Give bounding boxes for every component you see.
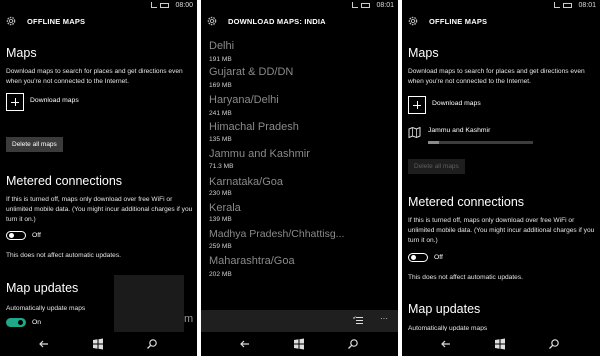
auto-updates-note: This does not affect automatic updates.	[408, 274, 523, 281]
windows-start-icon[interactable]	[293, 338, 305, 350]
metered-toggle[interactable]	[6, 231, 26, 240]
auto-update-toggle-state: On	[32, 319, 42, 326]
nav-bar	[402, 332, 600, 356]
maps-description: Download maps to search for places and g…	[6, 68, 183, 85]
region-size: 169 MB	[209, 82, 232, 89]
metered-toggle-state: Off	[434, 254, 443, 261]
region-name: Karnataka/Goa	[209, 176, 283, 188]
region-name: Gujarat & DD/DN	[209, 66, 294, 78]
region-size: 71.3 MB	[209, 163, 234, 170]
status-bar: 08:01	[402, 0, 600, 12]
select-list-icon[interactable]	[353, 316, 363, 325]
region-size: 202 MB	[209, 271, 232, 278]
search-icon[interactable]	[548, 338, 560, 350]
region-size: 191 MB	[209, 56, 232, 63]
status-icons	[352, 2, 370, 8]
auto-update-label: Automatically update maps	[6, 305, 86, 312]
nav-bar	[201, 332, 398, 356]
phone-screen-offline-maps-downloading: 08:01 OFFLINE MAPS Maps Download maps to…	[402, 0, 600, 356]
back-icon[interactable]	[239, 338, 251, 350]
gear-icon	[6, 16, 16, 26]
download-maps-label[interactable]: Download maps	[30, 97, 79, 104]
map-updates-heading: Map updates	[6, 281, 79, 295]
search-icon[interactable]	[347, 338, 359, 350]
download-progress-fill	[428, 141, 439, 144]
gear-icon	[207, 16, 217, 26]
status-bar: 08:01	[201, 0, 398, 12]
status-time: 08:00	[175, 2, 193, 9]
region-name: Maharashtra/Goa	[209, 255, 295, 267]
windows-start-icon[interactable]	[92, 338, 104, 350]
region-name: Jammu and Kashmir	[209, 148, 310, 160]
metered-description: If this is turned off, maps only downloa…	[408, 217, 595, 244]
battery-icon	[563, 2, 572, 8]
region-size: 241 MB	[209, 110, 232, 117]
page-header: DOWNLOAD MAPS: INDIA	[201, 14, 398, 32]
region-name: Kerala	[209, 202, 241, 214]
metered-description: If this is turned off, maps only downloa…	[6, 196, 193, 223]
page-title: OFFLINE MAPS	[429, 17, 488, 26]
download-maps-button[interactable]	[6, 93, 24, 111]
phone-screen-offline-maps: 08:00 OFFLINE MAPS Maps Download maps to…	[0, 0, 197, 356]
nav-bar	[0, 332, 197, 356]
download-progress-bar	[428, 141, 533, 144]
battery-icon	[160, 2, 169, 8]
app-bar: ···	[201, 310, 398, 332]
page-title: DOWNLOAD MAPS: INDIA	[228, 17, 326, 26]
status-icons	[151, 2, 169, 8]
region-name: Madhya Pradesh/Chhattisg...	[209, 228, 345, 240]
page-title: OFFLINE MAPS	[27, 17, 86, 26]
metered-toggle[interactable]	[408, 253, 428, 262]
phone-screen-download-maps: 08:01 DOWNLOAD MAPS: INDIA Delhi 191 MB …	[201, 0, 398, 356]
region-size: 230 MB	[209, 190, 232, 197]
metered-connections-heading: Metered connections	[408, 195, 525, 209]
auto-updates-note: This does not affect automatic updates.	[6, 252, 121, 259]
blurred-overlay	[114, 275, 184, 337]
signal-icon	[554, 2, 560, 8]
auto-update-toggle[interactable]	[6, 318, 26, 327]
windows-start-icon[interactable]	[494, 338, 506, 350]
region-size: 139 MB	[209, 216, 232, 223]
maps-heading: Maps	[408, 46, 439, 60]
region-name: Himachal Pradesh	[209, 121, 299, 133]
status-time: 08:01	[578, 2, 596, 9]
signal-icon	[151, 2, 157, 8]
signal-icon	[352, 2, 358, 8]
region-size: 135 MB	[209, 136, 232, 143]
maps-heading: Maps	[6, 46, 37, 60]
metered-connections-heading: Metered connections	[6, 174, 123, 188]
downloading-region-name: Jammu and Kashmir	[428, 127, 491, 134]
auto-update-label: Automatically update maps	[408, 325, 488, 331]
gear-icon	[408, 16, 418, 26]
trailing-text: m	[184, 313, 194, 325]
status-time: 08:01	[376, 2, 394, 9]
map-updates-heading: Map updates	[408, 302, 481, 316]
download-maps-button[interactable]	[408, 96, 426, 114]
more-options-button[interactable]: ···	[380, 314, 388, 323]
page-header: OFFLINE MAPS	[402, 14, 600, 32]
metered-toggle-state: Off	[32, 232, 41, 239]
toggle-knob	[411, 255, 416, 260]
battery-icon	[361, 2, 370, 8]
delete-all-maps-button[interactable]: Delete all maps	[408, 159, 465, 174]
region-name: Haryana/Delhi	[209, 94, 279, 106]
back-icon[interactable]	[38, 338, 50, 350]
download-maps-label[interactable]: Download maps	[432, 100, 481, 107]
region-name: Delhi	[209, 40, 235, 52]
status-icons	[554, 2, 572, 8]
toggle-knob	[9, 233, 14, 238]
map-icon	[408, 126, 421, 139]
back-icon[interactable]	[440, 338, 452, 350]
maps-description: Download maps to search for places and g…	[408, 68, 585, 85]
status-bar: 08:00	[0, 0, 197, 12]
toggle-knob	[18, 320, 23, 325]
search-icon[interactable]	[146, 338, 158, 350]
delete-all-maps-button[interactable]: Delete all maps	[6, 137, 63, 152]
page-header: OFFLINE MAPS	[0, 14, 197, 32]
region-size: 259 MB	[209, 243, 232, 250]
